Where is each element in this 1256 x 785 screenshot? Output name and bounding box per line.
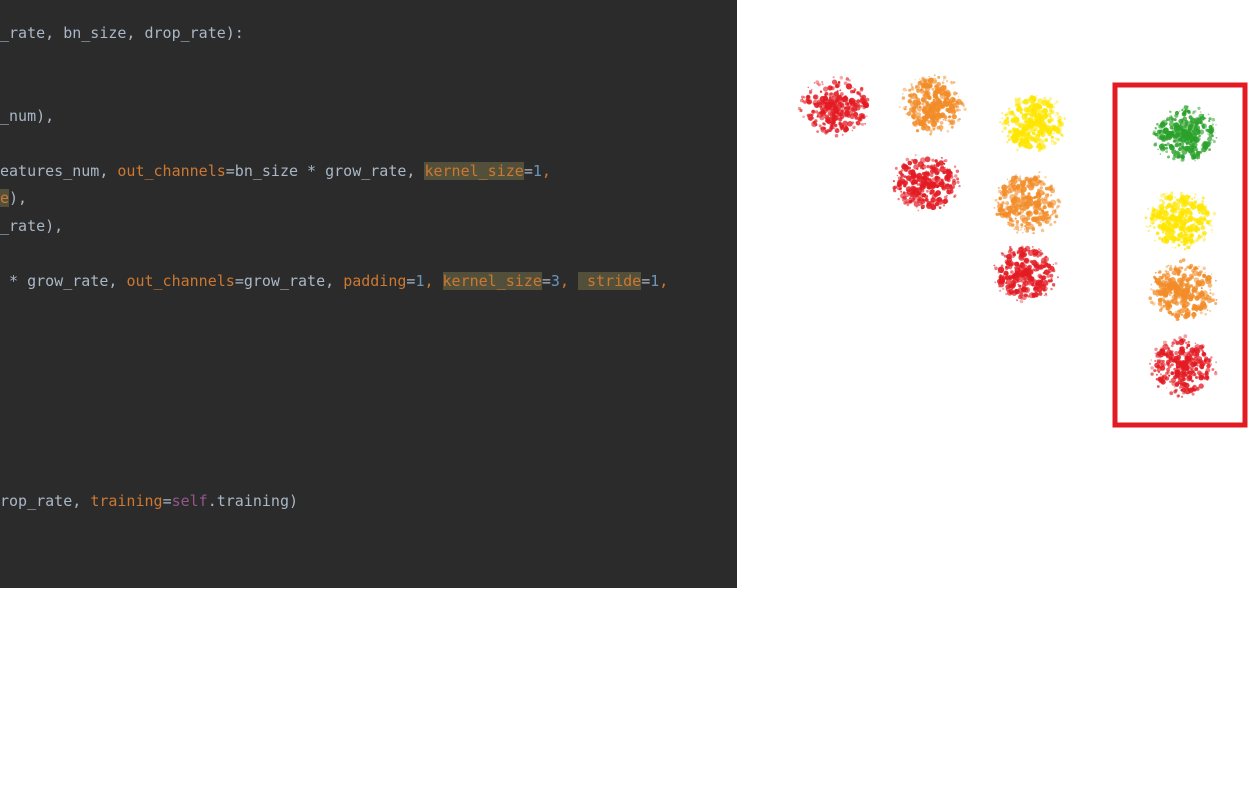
annotation-dot-orange bbox=[994, 171, 1062, 234]
annotation-dot-red bbox=[798, 76, 870, 138]
code-line[interactable] bbox=[0, 130, 737, 158]
code-line[interactable]: _rate), bbox=[0, 213, 737, 241]
code-line[interactable] bbox=[0, 323, 737, 351]
code-line[interactable] bbox=[0, 350, 737, 378]
code-line[interactable]: * grow_rate, out_channels=grow_rate, pad… bbox=[0, 268, 737, 296]
code-line[interactable] bbox=[0, 240, 737, 268]
code-line[interactable]: _num), bbox=[0, 103, 737, 131]
annotation-dot-red bbox=[994, 246, 1059, 304]
code-line[interactable] bbox=[0, 460, 737, 488]
code-line[interactable] bbox=[0, 433, 737, 461]
code-line[interactable] bbox=[0, 378, 737, 406]
annotation-dot-yellow bbox=[999, 95, 1066, 152]
code-content: _rate, bn_size, drop_rate): _num), eatur… bbox=[0, 20, 737, 515]
code-line[interactable] bbox=[0, 75, 737, 103]
annotation-dot-yellow bbox=[1145, 191, 1217, 250]
code-line[interactable] bbox=[0, 295, 737, 323]
code-line[interactable]: eatures_num, out_channels=bn_size * grow… bbox=[0, 158, 737, 186]
code-editor-pane[interactable]: _rate, bn_size, drop_rate): _num), eatur… bbox=[0, 0, 737, 588]
annotation-dot-orange bbox=[899, 74, 967, 135]
code-line[interactable]: e), bbox=[0, 185, 737, 213]
code-line[interactable] bbox=[0, 405, 737, 433]
annotation-dot-red bbox=[1149, 334, 1218, 398]
annotation-pane bbox=[737, 0, 1256, 785]
code-line[interactable]: rop_rate, training=self.training) bbox=[0, 488, 737, 516]
annotation-dot-orange bbox=[1148, 258, 1217, 321]
code-line[interactable] bbox=[0, 48, 737, 76]
annotation-dot-red bbox=[893, 154, 961, 211]
annotation-dot-green bbox=[1152, 105, 1217, 162]
annotation-svg bbox=[737, 0, 1256, 785]
code-line[interactable]: _rate, bn_size, drop_rate): bbox=[0, 20, 737, 48]
